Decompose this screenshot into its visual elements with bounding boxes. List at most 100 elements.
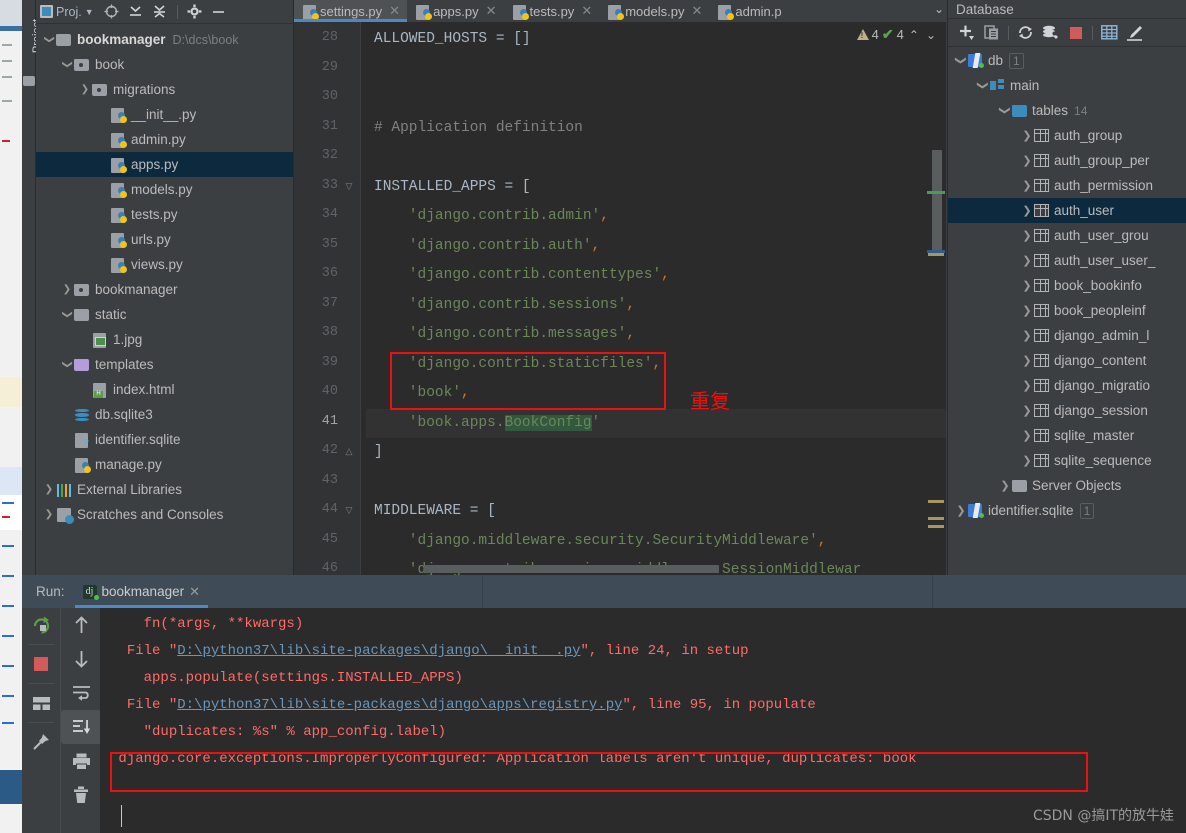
database-tree-item[interactable]: ❯ django_migratio	[948, 373, 1186, 398]
editor-tab[interactable]: apps.py ✕	[407, 0, 503, 22]
chevron-down-icon[interactable]: ❯	[62, 358, 73, 372]
project-tree-item[interactable]: models.py	[36, 177, 293, 202]
database-tree-item[interactable]: ❯ auth_user	[948, 198, 1186, 223]
project-tree-item[interactable]: ❯ bookmanager	[36, 277, 293, 302]
chevron-right-icon[interactable]: ❯	[1020, 379, 1034, 392]
database-tree-item[interactable]: ❯ sqlite_sequence	[948, 448, 1186, 473]
chevron-down-icon[interactable]: ⌄	[934, 2, 944, 16]
table-grid-icon[interactable]	[1098, 22, 1121, 44]
stop-icon[interactable]	[22, 647, 60, 681]
trash-icon[interactable]	[61, 778, 101, 812]
chevron-right-icon[interactable]: ❯	[1020, 279, 1034, 292]
console-file-link[interactable]: D:\python37\lib\site-packages\django\app…	[177, 697, 622, 713]
chevron-down-icon[interactable]: ❯	[62, 308, 73, 322]
chevron-right-icon[interactable]: ❯	[1020, 204, 1034, 217]
chevron-right-icon[interactable]: ❯	[1020, 429, 1034, 442]
project-tree-item[interactable]: apps.py	[36, 152, 293, 177]
project-tree-item[interactable]: views.py	[36, 252, 293, 277]
database-tree-item[interactable]: ❯ db 1	[948, 48, 1186, 73]
database-tree-item[interactable]: ❯ main	[948, 73, 1186, 98]
database-tree[interactable]: ❯ db 1 ❯ main ❯ tables 14 ❯ auth_group ❯ auth_group…	[948, 48, 1186, 575]
editor-tab-bar[interactable]: settings.py ✕ apps.py ✕ tests.py ✕ models.py ✕ a…	[294, 0, 946, 22]
editor-gutter[interactable]: 28 29 30 31 32 33 ▽ 34 35 36 37 38 39 40 41 42 △ 43 44 ▽ 45 4…	[294, 22, 360, 576]
database-tree-item[interactable]: ❯ book_peopleinf	[948, 298, 1186, 323]
chevron-right-icon[interactable]: ❯	[1020, 154, 1034, 167]
inspection-widget[interactable]: 4 ✔ 4 ⌃ ⌄	[856, 26, 938, 43]
stop-icon[interactable]	[1064, 22, 1087, 44]
close-icon[interactable]: ✕	[581, 3, 592, 19]
chevron-down-icon[interactable]: ❯	[977, 79, 990, 93]
project-tree-item[interactable]: ❯ External Libraries	[36, 477, 293, 502]
chevron-right-icon[interactable]: ❯	[42, 509, 56, 520]
project-file-tree[interactable]: ❯ bookmanager D:\dcs\book ❯ book ❯ migrations _…	[36, 25, 293, 575]
locate-icon[interactable]	[102, 2, 122, 22]
up-arrow-icon[interactable]	[61, 608, 101, 642]
chevron-right-icon[interactable]: ❯	[1020, 179, 1034, 192]
expand-all-icon[interactable]	[126, 2, 146, 22]
console-file-link[interactable]: D:\python37\lib\site-packages\django\__i…	[177, 643, 580, 659]
close-icon[interactable]: ✕	[691, 3, 702, 19]
chevron-right-icon[interactable]: ❯	[78, 84, 92, 95]
rerun-icon[interactable]	[22, 608, 60, 642]
close-icon[interactable]: ✕	[486, 3, 497, 19]
chevron-up-icon[interactable]: ⌃	[907, 28, 921, 42]
project-tree-item[interactable]: urls.py	[36, 227, 293, 252]
database-tree-item[interactable]: ❯ django_session	[948, 398, 1186, 423]
database-tree-item[interactable]: ❯ auth_user_user_	[948, 248, 1186, 273]
fold-end-icon[interactable]: △	[344, 446, 354, 456]
project-tree-item[interactable]: ❯ bookmanager D:\dcs\book	[36, 27, 293, 52]
chevron-right-icon[interactable]: ❯	[1020, 454, 1034, 467]
settings-gear-icon[interactable]	[185, 2, 205, 22]
project-tree-item[interactable]: db.sqlite3	[36, 402, 293, 427]
project-tree-item[interactable]: 1.jpg	[36, 327, 293, 352]
close-icon[interactable]: ✕	[389, 3, 400, 19]
pin-icon[interactable]	[22, 725, 60, 759]
project-tree-item[interactable]: index.html	[36, 377, 293, 402]
chevron-right-icon[interactable]: ❯	[954, 504, 968, 517]
editor-scrollbar-thumb[interactable]	[932, 150, 942, 252]
chevron-down-icon[interactable]: ❯	[955, 54, 968, 68]
chevron-right-icon[interactable]: ❯	[60, 284, 74, 295]
chevron-right-icon[interactable]: ❯	[1020, 129, 1034, 142]
database-tree-item[interactable]: ❯ auth_group_per	[948, 148, 1186, 173]
editor-tab[interactable]: tests.py ✕	[504, 0, 600, 22]
refresh-icon[interactable]	[1014, 22, 1037, 44]
project-view-selector[interactable]: Proj. ▼	[40, 5, 94, 19]
database-tree-item[interactable]: ❯ tables 14	[948, 98, 1186, 123]
project-tree-item[interactable]: __init__.py	[36, 102, 293, 127]
project-tree-item[interactable]: ❯ static	[36, 302, 293, 327]
minimize-icon[interactable]	[209, 2, 229, 22]
database-tree-item[interactable]: ❯ auth_user_grou	[948, 223, 1186, 248]
project-tree-item[interactable]: manage.py	[36, 452, 293, 477]
chevron-down-icon[interactable]: ❯	[62, 58, 73, 72]
chevron-right-icon[interactable]: ❯	[1020, 404, 1034, 417]
fold-expanded-icon[interactable]: ▽	[344, 181, 354, 191]
chevron-down-icon[interactable]: ❯	[44, 33, 55, 47]
chevron-right-icon[interactable]: ❯	[1020, 354, 1034, 367]
run-tab-bookmanager[interactable]: dj bookmanager ✕	[74, 575, 209, 608]
database-tree-item[interactable]: ❯ django_admin_l	[948, 323, 1186, 348]
layout-icon[interactable]	[22, 686, 60, 720]
database-tree-item[interactable]: ❯ auth_group	[948, 123, 1186, 148]
soft-wrap-icon[interactable]	[61, 676, 101, 710]
project-tree-item[interactable]: tests.py	[36, 202, 293, 227]
chevron-right-icon[interactable]: ❯	[1020, 304, 1034, 317]
down-arrow-icon[interactable]	[61, 642, 101, 676]
project-tree-item[interactable]: ❯ Scratches and Consoles	[36, 502, 293, 527]
database-tree-item[interactable]: ❯ sqlite_master	[948, 423, 1186, 448]
chevron-right-icon[interactable]: ❯	[1020, 329, 1034, 342]
editor-tab[interactable]: admin.p	[709, 0, 788, 22]
close-icon[interactable]: ✕	[189, 584, 200, 600]
editor-tab[interactable]: models.py ✕	[599, 0, 709, 22]
chevron-right-icon[interactable]: ❯	[1020, 254, 1034, 267]
scroll-to-end-icon[interactable]	[61, 710, 101, 744]
chevron-right-icon[interactable]: ❯	[1020, 229, 1034, 242]
database-tools-icon[interactable]	[1039, 22, 1062, 44]
chevron-down-icon[interactable]: ⌄	[924, 28, 938, 42]
project-tree-item[interactable]: ❯ migrations	[36, 77, 293, 102]
collapse-all-icon[interactable]	[150, 2, 170, 22]
project-tree-item[interactable]: ❯ templates	[36, 352, 293, 377]
project-tree-item[interactable]: identifier.sqlite	[36, 427, 293, 452]
editor-horizontal-scrollbar[interactable]	[424, 565, 719, 573]
editor-code[interactable]: ALLOWED_HOSTS = [] # Application definiti…	[366, 22, 946, 578]
